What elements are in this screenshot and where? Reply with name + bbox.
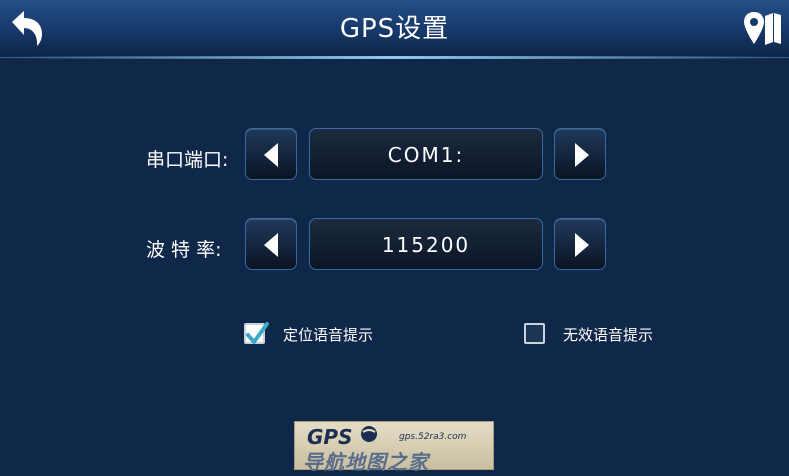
check-mark-icon [246,322,269,344]
globe-icon [361,426,377,442]
map-button[interactable] [743,10,783,50]
arrow-right-icon [575,143,589,167]
baud-rate-label: 波 特 率: [146,239,222,261]
arrow-left-icon [264,233,278,257]
page-title: GPS设置 [339,14,450,44]
positioning-voice-label[interactable]: 定位语音提示 [283,324,373,345]
arrow-right-icon [575,233,589,257]
baud-rate-value: 115200 [309,218,543,270]
serial-port-next-button[interactable] [554,128,606,180]
baud-rate-prev-button[interactable] [245,218,297,270]
serial-port-prev-button[interactable] [245,128,297,180]
baud-rate-next-button[interactable] [554,218,606,270]
header-divider [0,56,789,59]
title-bar: GPS设置 [0,0,789,58]
watermark-url: gps.52ra3.com [399,432,467,442]
serial-port-label: 串口端口: [146,149,229,171]
map-pin-icon [744,12,781,45]
invalid-voice-label[interactable]: 无效语音提示 [563,324,653,345]
watermark-logo: GPS gps.52ra3.com 导航地图之家 [294,421,494,474]
arrow-left-icon [264,143,278,167]
serial-port-value: COM1: [309,128,543,180]
watermark-name: 导航地图之家 [303,450,429,474]
positioning-voice-checkbox[interactable] [244,322,269,344]
invalid-voice-checkbox[interactable] [524,323,545,344]
